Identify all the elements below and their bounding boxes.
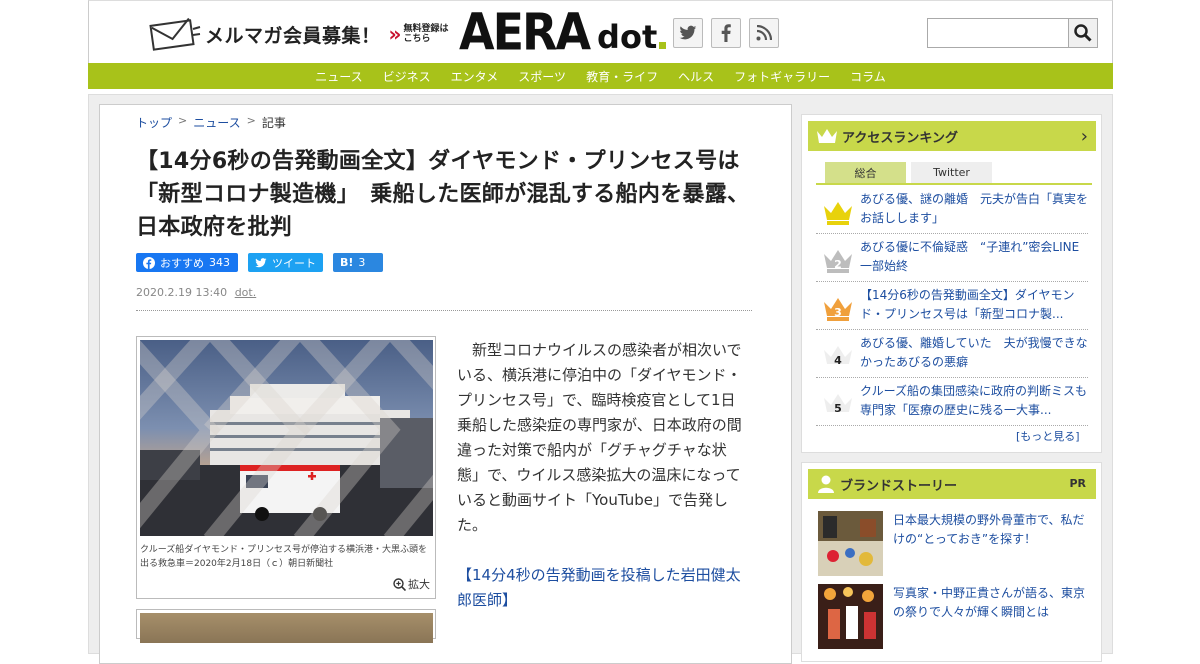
tweet-button[interactable]: ツイート <box>248 253 323 272</box>
ranking-header[interactable]: アクセスランキング › <box>808 121 1096 151</box>
fb-label: おすすめ <box>160 256 204 270</box>
newsletter-subtext: 無料登録は こちら <box>403 24 449 44</box>
article-photo-2[interactable] <box>140 613 433 643</box>
ranking-item[interactable]: 3 【14分6秒の告発動画全文】ダイヤモンド・プリンセス号は「新型コロナ製... <box>816 282 1088 330</box>
rank-3-crown-icon: 3 <box>824 298 852 321</box>
related-video-link[interactable]: 【14分4秒の告発動画を投稿した岩田健太郎医師】 <box>457 563 749 613</box>
chevron-right-icon: > <box>178 114 188 127</box>
zoom-label: 拡大 <box>408 578 430 591</box>
ranking-item[interactable]: 5 クルーズ船の集団感染に政府の判断ミスも 専門家「医療の歴史に残る一大事... <box>816 378 1099 426</box>
nav-entertainment[interactable]: エンタメ <box>441 68 509 85</box>
article-title: 【14分6秒の告発動画全文】ダイヤモンド・プリンセス号は「新型コロナ製造機」 乗… <box>136 149 750 240</box>
rank-3-number: 3 <box>834 306 842 319</box>
nav-news[interactable]: ニュース <box>305 68 372 85</box>
rank-5-number: 5 <box>834 402 842 415</box>
search-button[interactable] <box>1069 18 1098 48</box>
fb-count: 343 <box>209 256 230 269</box>
newsletter-text: メルマガ会員募集！ <box>205 24 381 47</box>
crown-icon <box>817 129 837 143</box>
rank-1-crown-icon <box>824 202 852 225</box>
breadcrumb-top[interactable]: トップ <box>136 114 172 131</box>
pr-badge: PR <box>1069 477 1086 490</box>
hatena-count: 3 <box>358 256 366 269</box>
brand-story-thumbnail[interactable] <box>818 511 883 576</box>
ranking-title: アクセスランキング <box>842 130 958 146</box>
chevron-right-icon: › <box>1080 126 1088 147</box>
tab-divider <box>816 183 1092 185</box>
article-date: 2020.2.19 13:40 <box>136 286 228 299</box>
facebook-icon[interactable] <box>711 18 741 48</box>
rank-4-number: 4 <box>834 354 842 367</box>
hatena-label: B! <box>340 256 354 269</box>
twitter-icon <box>255 257 267 267</box>
ranking-more-link[interactable]: [もっと見る] <box>1016 428 1080 444</box>
double-chevron-icon: » <box>388 22 402 46</box>
twitter-icon[interactable] <box>673 18 703 48</box>
article-photo[interactable] <box>140 340 433 536</box>
ranking-item-text: 【14分6秒の告発動画全文】ダイヤモンド・プリンセス号は「新型コロナ製... <box>860 288 1075 321</box>
nav-sports[interactable]: スポーツ <box>508 68 576 85</box>
ranking-item-text: あびる優、離婚していた 夫が我慢できなかったあびるの悪癖 <box>860 336 1088 369</box>
logo-dot-mark <box>659 42 667 49</box>
share-buttons: おすすめ 343 ツイート B! 3 <box>136 253 383 272</box>
brand-story-text: 日本最大規模の野外骨董市で、私だけの“とっておき”を探す！ <box>893 513 1085 546</box>
rank-2-crown-icon: 2 <box>824 250 852 273</box>
search-icon <box>1074 24 1092 42</box>
article-meta: 2020.2.19 13:40 dot. <box>136 286 256 299</box>
ranking-item[interactable]: 4 あびる優、離婚していた 夫が我慢できなかったあびるの悪癖 <box>816 330 1088 378</box>
ranking-item-text: クルーズ船の集団感染に政府の判断ミスも 専門家「医療の歴史に残る一大事... <box>860 384 1099 417</box>
tab-twitter[interactable]: Twitter <box>911 162 992 183</box>
ranking-item-text: あびる優、謎の離婚 元夫が告白「真実をお話しします」 <box>860 192 1089 225</box>
tweet-label: ツイート <box>272 256 316 270</box>
person-icon <box>818 475 834 493</box>
nav-health[interactable]: ヘルス <box>668 68 724 85</box>
search-input[interactable] <box>927 18 1069 48</box>
rank-2-number: 2 <box>834 258 842 271</box>
rank-4-badge-icon: 4 <box>824 346 852 367</box>
ranking-item[interactable]: 2 あびる優に不倫疑惑 “子連れ”密会LINE一部始終 <box>816 234 1088 282</box>
breadcrumb-news[interactable]: ニュース <box>193 114 240 131</box>
brand-story-title: ブランドストーリー <box>840 478 958 494</box>
brand-story-text: 写真家・中野正貴さんが語る、東京の祭りで人々が輝く瞬間とは <box>893 586 1086 619</box>
rank-5-badge-icon: 5 <box>824 394 852 415</box>
chevron-right-icon: > <box>246 114 256 127</box>
site-header: メルマガ会員募集！ » 無料登録は こちら AERA dot <box>88 0 1113 63</box>
nav-photo-gallery[interactable]: フォトギャラリー <box>724 68 840 85</box>
ranking-item[interactable]: あびる優、謎の離婚 元夫が告白「真実をお話しします」 <box>816 186 1088 234</box>
ranking-tabs: 総合 Twitter <box>825 162 992 183</box>
logo-dot: dot <box>597 18 658 56</box>
photo-caption: クルーズ船ダイヤモンド・プリンセス号が停泊する横浜港・大黒ふ頭を出る救急車＝20… <box>140 545 428 569</box>
article-photo-card-2[interactable] <box>136 609 436 643</box>
hatena-bookmark-button[interactable]: B! 3 <box>333 253 383 272</box>
breadcrumb: トップ > ニュース > 記事 <box>136 114 286 131</box>
envelope-icon <box>149 17 201 51</box>
brand-story-thumbnail[interactable] <box>818 584 883 649</box>
search-form <box>927 18 1098 48</box>
rss-icon[interactable] <box>749 18 779 48</box>
nav-education-life[interactable]: 教育・ライフ <box>576 68 668 85</box>
newsletter-banner[interactable]: メルマガ会員募集！ » 無料登録は こちら <box>149 15 448 53</box>
brand-story-header: ブランドストーリー PR <box>808 469 1096 499</box>
article-source-link[interactable]: dot. <box>235 286 257 299</box>
divider <box>136 310 752 311</box>
main-nav: ニュース ビジネス エンタメ スポーツ 教育・ライフ ヘルス フォトギャラリー … <box>88 63 1113 89</box>
site-logo[interactable]: AERA dot <box>459 2 667 62</box>
brand-story-item[interactable]: 日本最大規模の野外骨董市で、私だけの“とっておき”を探す！ <box>818 511 1090 577</box>
brand-story-item[interactable]: 写真家・中野正貴さんが語る、東京の祭りで人々が輝く瞬間とは <box>818 584 1090 650</box>
ranking-list: あびる優、謎の離婚 元夫が告白「真実をお話しします」 2 あびる優に不倫疑惑 “… <box>816 186 1099 426</box>
facebook-recommend-button[interactable]: おすすめ 343 <box>136 253 238 272</box>
zoom-in-icon <box>393 577 406 591</box>
nav-column[interactable]: コラム <box>840 68 896 85</box>
tab-overall[interactable]: 総合 <box>825 162 906 183</box>
ranking-item-text: あびる優に不倫疑惑 “子連れ”密会LINE一部始終 <box>860 240 1080 273</box>
zoom-button[interactable]: 拡大 <box>393 576 430 592</box>
social-links <box>673 18 779 48</box>
article-body: 新型コロナウイルスの感染者が相次いでいる、横浜港に停泊中の「ダイヤモンド・プリン… <box>457 341 742 534</box>
nav-business[interactable]: ビジネス <box>373 68 441 85</box>
facebook-icon <box>143 256 155 269</box>
breadcrumb-current: 記事 <box>261 116 286 130</box>
logo-aera: AERA <box>459 2 591 62</box>
article-photo-card[interactable]: クルーズ船ダイヤモンド・プリンセス号が停泊する横浜港・大黒ふ頭を出る救急車＝20… <box>136 336 436 599</box>
